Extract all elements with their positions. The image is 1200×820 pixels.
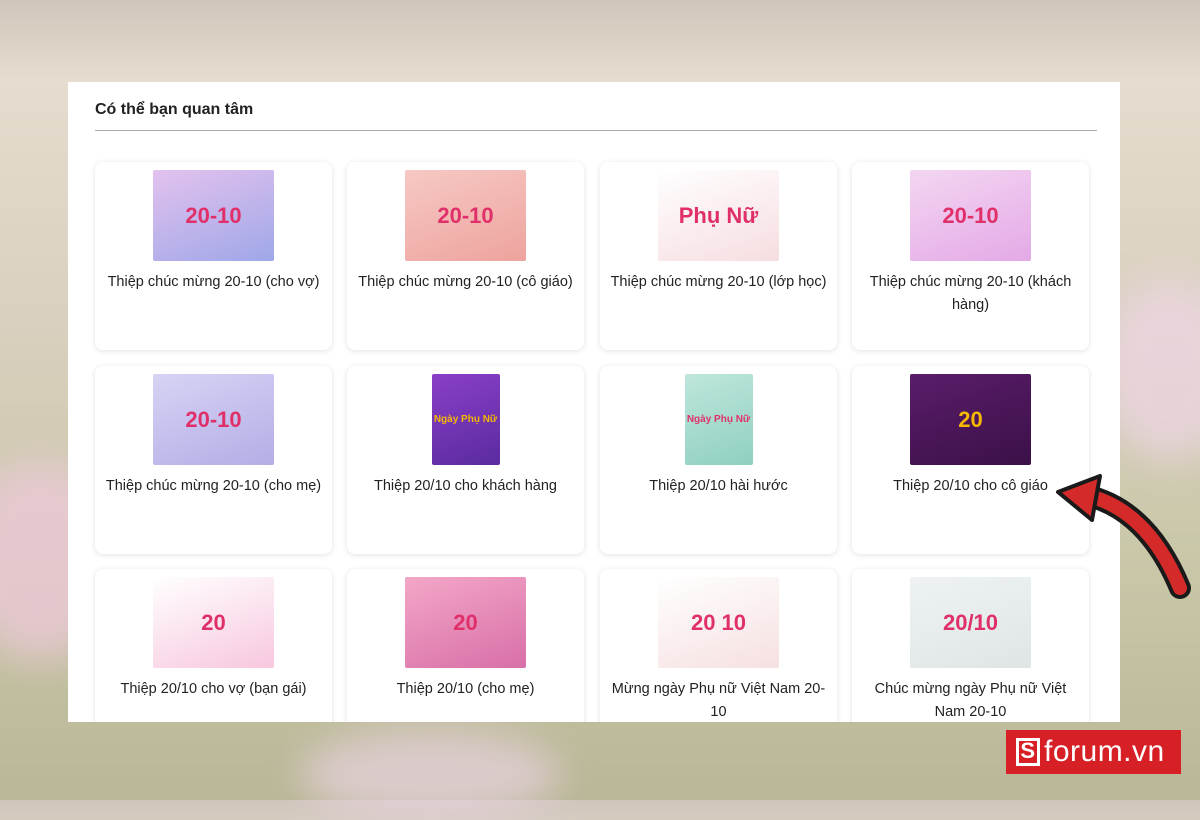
card-title[interactable]: Thiệp chúc mừng 20-10 (khách hàng) bbox=[852, 271, 1089, 317]
card-thumbnail[interactable]: 20 bbox=[910, 374, 1031, 465]
card-title[interactable]: Thiệp chúc mừng 20-10 (cho mẹ) bbox=[95, 475, 332, 498]
card-thumbnail[interactable]: 20 10 bbox=[658, 577, 779, 668]
card-item[interactable]: 20-10 Thiệp chúc mừng 20-10 (cô giáo) bbox=[347, 162, 584, 350]
card-thumbnail[interactable]: Ngày Phụ Nữ bbox=[684, 374, 753, 465]
card-thumbnail[interactable]: 20-10 bbox=[405, 170, 526, 261]
card-thumbnail[interactable]: 20 bbox=[153, 577, 274, 668]
sforum-watermark: S forum.vn bbox=[1006, 730, 1181, 774]
card-thumbnail[interactable]: 20-10 bbox=[910, 170, 1031, 261]
red-arrow-icon bbox=[1056, 474, 1191, 599]
card-title[interactable]: Thiệp 20/10 hài hước bbox=[600, 475, 837, 498]
card-thumbnail[interactable]: 20-10 bbox=[153, 374, 274, 465]
section-title: Có thể bạn quan tâm bbox=[95, 101, 254, 118]
card-title[interactable]: Thiệp 20/10 cho khách hàng bbox=[347, 475, 584, 498]
watermark-text: forum.vn bbox=[1044, 735, 1165, 768]
card-title[interactable]: Thiệp chúc mừng 20-10 (cô giáo) bbox=[347, 271, 584, 294]
card-thumbnail[interactable]: Ngày Phụ Nữ bbox=[431, 374, 500, 465]
card-item[interactable]: Ngày Phụ Nữ Thiệp 20/10 hài hước bbox=[600, 366, 837, 554]
card-title[interactable]: Mừng ngày Phụ nữ Việt Nam 20-10 bbox=[600, 678, 837, 722]
card-title[interactable]: Thiệp chúc mừng 20-10 (cho vợ) bbox=[95, 271, 332, 294]
card-thumbnail[interactable]: 20/10 bbox=[910, 577, 1031, 668]
card-item[interactable]: 20-10 Thiệp chúc mừng 20-10 (cho mẹ) bbox=[95, 366, 332, 554]
card-title[interactable]: Thiệp chúc mừng 20-10 (lớp học) bbox=[600, 271, 837, 294]
card-item[interactable]: 20 Thiệp 20/10 (cho mẹ) bbox=[347, 569, 584, 722]
divider bbox=[95, 130, 1097, 131]
card-title[interactable]: Thiệp 20/10 (cho mẹ) bbox=[347, 678, 584, 701]
suggestions-panel: Có thể bạn quan tâm 20-10 Thiệp chúc mừng… bbox=[68, 82, 1120, 722]
card-title[interactable]: Chúc mừng ngày Phụ nữ Việt Nam 20-10 bbox=[852, 678, 1089, 722]
card-item[interactable]: 20 10 Mừng ngày Phụ nữ Việt Nam 20-10 bbox=[600, 569, 837, 722]
card-item[interactable]: Phụ Nữ Thiệp chúc mừng 20-10 (lớp học) bbox=[600, 162, 837, 350]
card-thumbnail[interactable]: 20 bbox=[405, 577, 526, 668]
card-title[interactable]: Thiệp 20/10 cho vợ (bạn gái) bbox=[95, 678, 332, 701]
card-item[interactable]: 20 Thiệp 20/10 cho vợ (bạn gái) bbox=[95, 569, 332, 722]
card-thumbnail[interactable]: Phụ Nữ bbox=[658, 170, 779, 261]
card-item[interactable]: 20-10 Thiệp chúc mừng 20-10 (cho vợ) bbox=[95, 162, 332, 350]
card-item[interactable]: Ngày Phụ Nữ Thiệp 20/10 cho khách hàng bbox=[347, 366, 584, 554]
sforum-logo-icon: S bbox=[1016, 738, 1040, 766]
card-item[interactable]: 20-10 Thiệp chúc mừng 20-10 (khách hàng) bbox=[852, 162, 1089, 350]
card-thumbnail[interactable]: 20-10 bbox=[153, 170, 274, 261]
